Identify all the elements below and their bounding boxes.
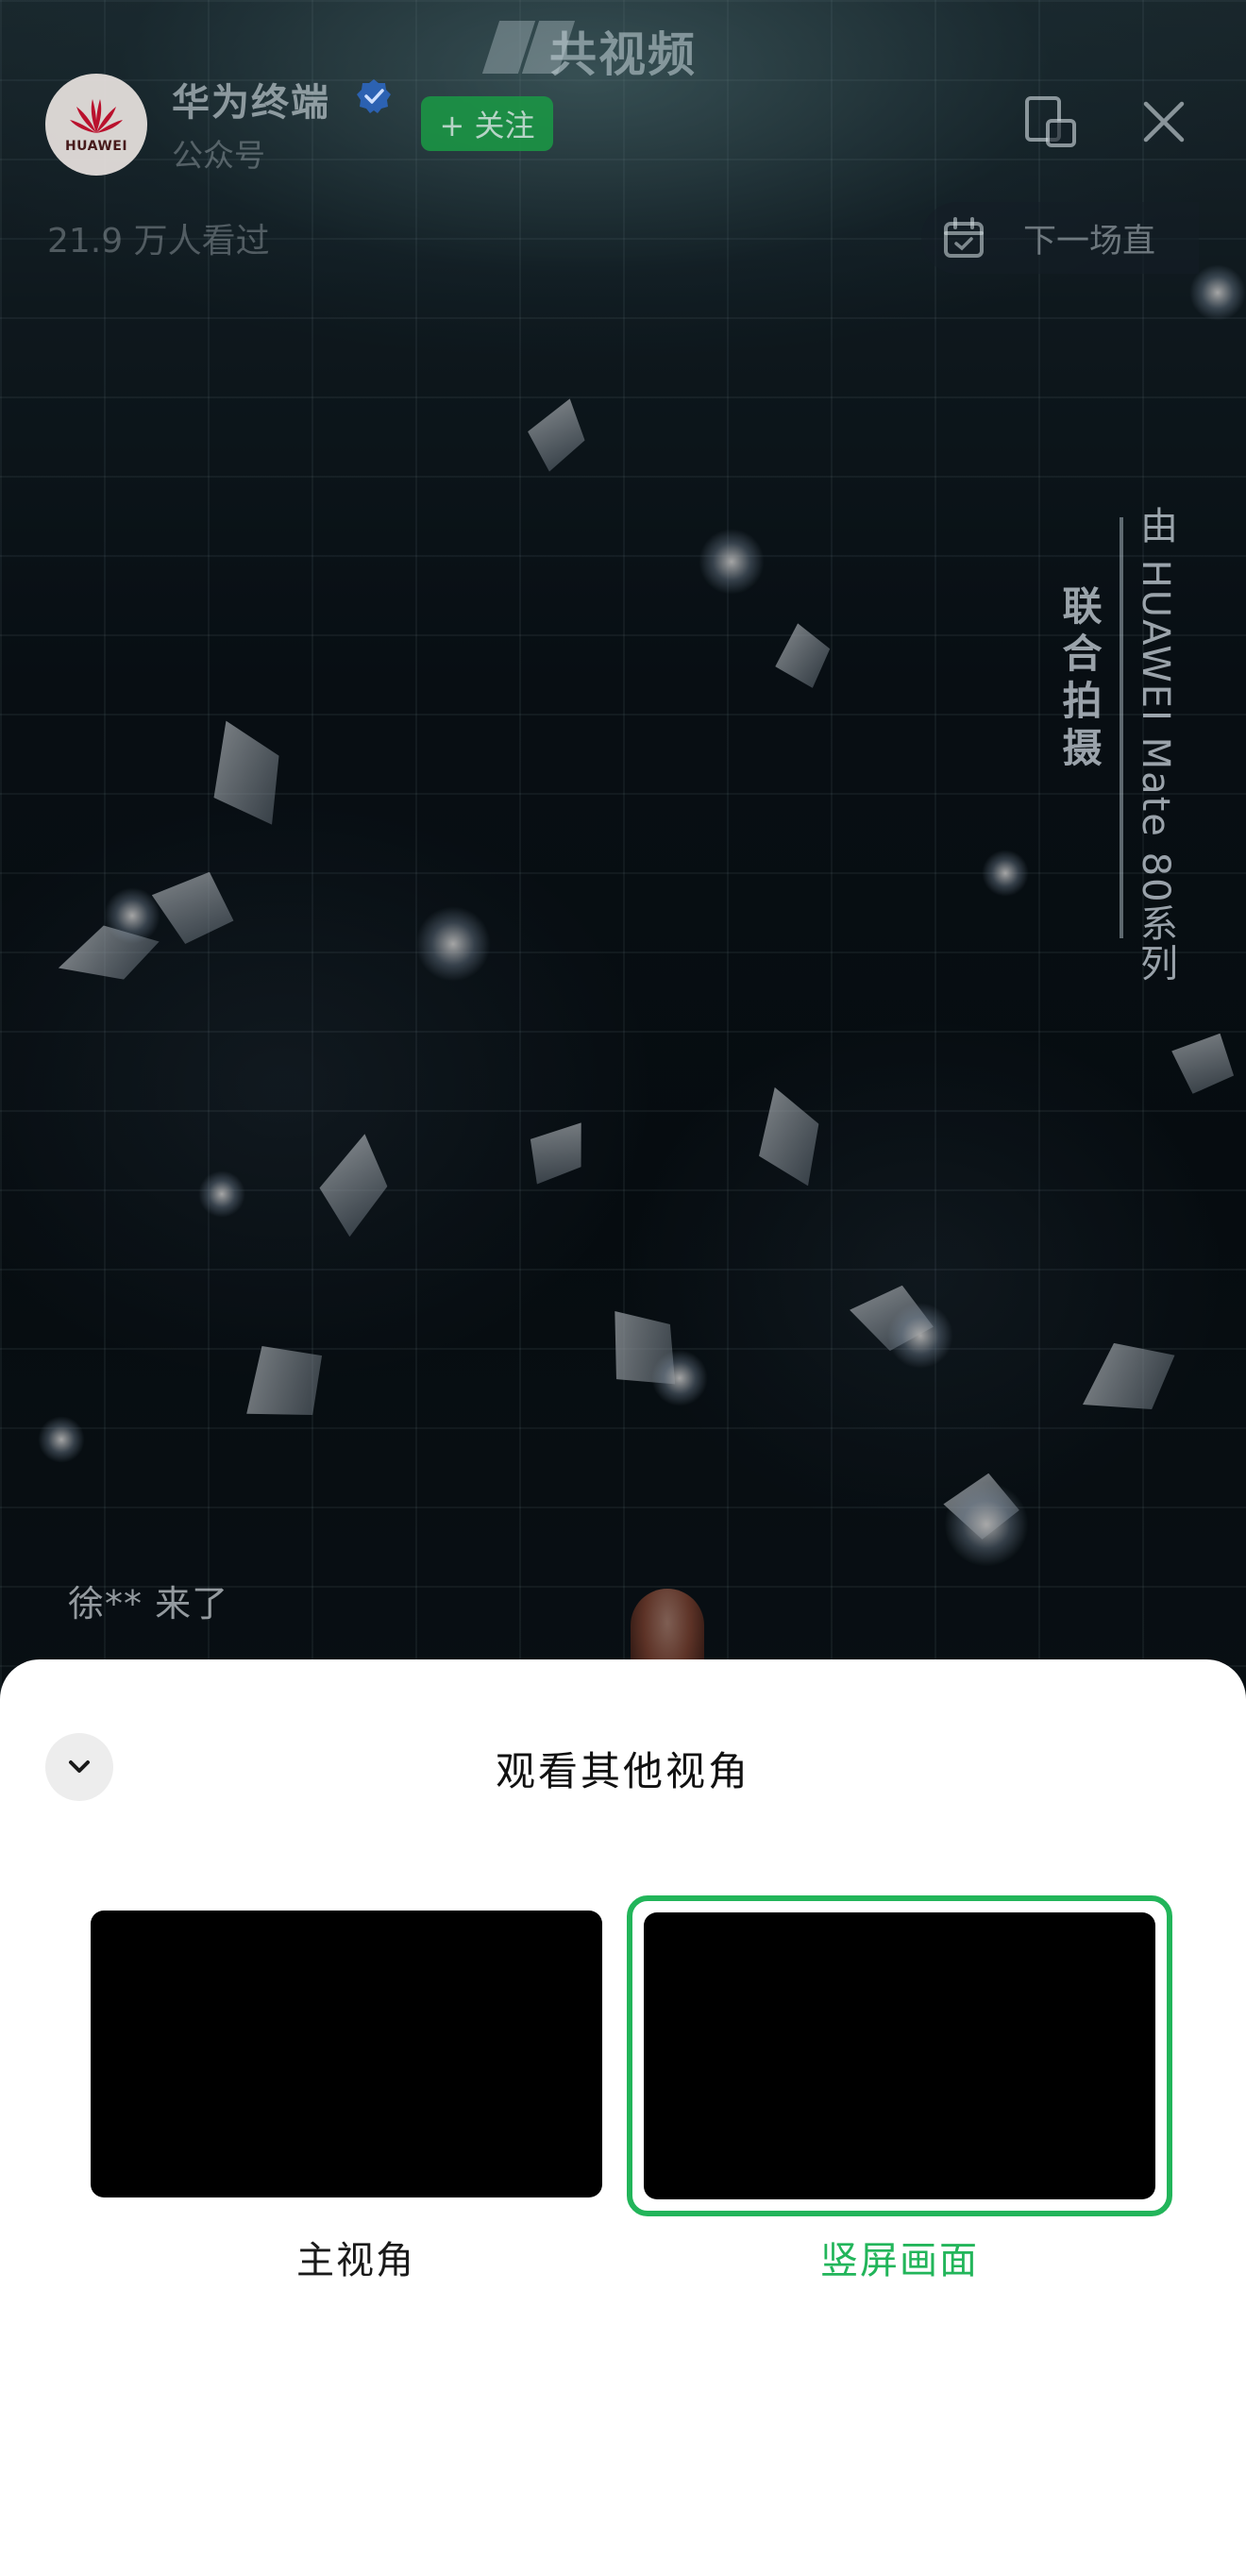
view-option-main[interactable] <box>87 1895 632 2235</box>
view-thumbnail <box>91 1911 602 2197</box>
caption-rule <box>1120 517 1123 938</box>
calendar-icon <box>944 217 984 258</box>
account-avatar[interactable]: HUAWEI <box>45 74 147 176</box>
sheet-title: 观看其他视角 <box>495 1748 750 1794</box>
sponsor-caption-sub: 联合拍摄 <box>1056 585 1103 774</box>
next-session-chip[interactable]: 下一场直 <box>921 202 1199 274</box>
next-session-label: 下一场直 <box>1023 222 1156 261</box>
huawei-logo-icon <box>70 99 123 133</box>
account-type: 公众号 <box>172 137 265 174</box>
viewer-count: 21.9 万人看过 <box>47 222 270 261</box>
window-icon[interactable] <box>1023 94 1078 149</box>
view-label-vertical[interactable]: 竖屏画面 <box>627 2230 1172 2284</box>
close-icon[interactable] <box>1140 98 1187 145</box>
view-option-vertical[interactable] <box>627 1895 1172 2216</box>
view-thumbnail <box>644 1912 1155 2199</box>
view-label-main[interactable]: 主视角 <box>83 2230 629 2284</box>
account-name[interactable]: 华为终端 <box>172 72 330 126</box>
follow-button[interactable]: + 关注 <box>421 96 553 151</box>
verified-icon <box>357 79 391 113</box>
avatar-brand-text: HUAWEI <box>64 139 128 154</box>
join-message: 徐** 来了 <box>68 1583 229 1625</box>
sponsor-caption: 由 HUAWEI Mate 80系列 <box>1134 506 1177 984</box>
